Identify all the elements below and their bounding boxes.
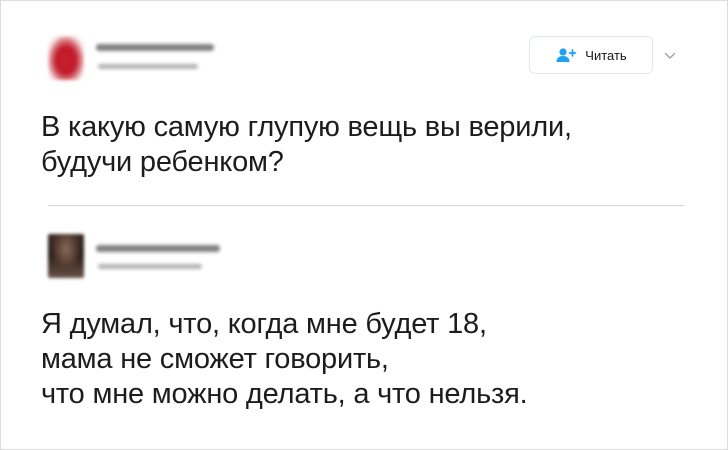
add-user-icon: [555, 47, 577, 63]
tweet-text-line: что мне можно делать, а что нельзя.: [41, 378, 528, 410]
author-handle-redacted: [98, 64, 198, 69]
divider: [48, 205, 684, 206]
author-name-redacted[interactable]: [96, 44, 214, 51]
author-avatar[interactable]: [48, 36, 84, 80]
author-handle-redacted: [98, 264, 202, 269]
follow-button[interactable]: Читать: [529, 36, 653, 74]
reply-text: Я думал, что, когда мне будет 18, мама н…: [41, 307, 528, 412]
follow-button-label: Читать: [585, 47, 627, 63]
tweet-text-line: В какую самую глупую вещь вы верили,: [41, 111, 572, 143]
tweet-text-line: мама не сможет говорить,: [41, 343, 389, 375]
chevron-down-icon[interactable]: [662, 50, 678, 62]
tweet-text: В какую самую глупую вещь вы верили, буд…: [41, 110, 572, 180]
author-name-redacted[interactable]: [96, 245, 220, 252]
author-avatar[interactable]: [48, 234, 84, 278]
tweet-text-line: будучи ребенком?: [41, 146, 284, 178]
tweet-text-line: Я думал, что, когда мне будет 18,: [41, 308, 487, 340]
